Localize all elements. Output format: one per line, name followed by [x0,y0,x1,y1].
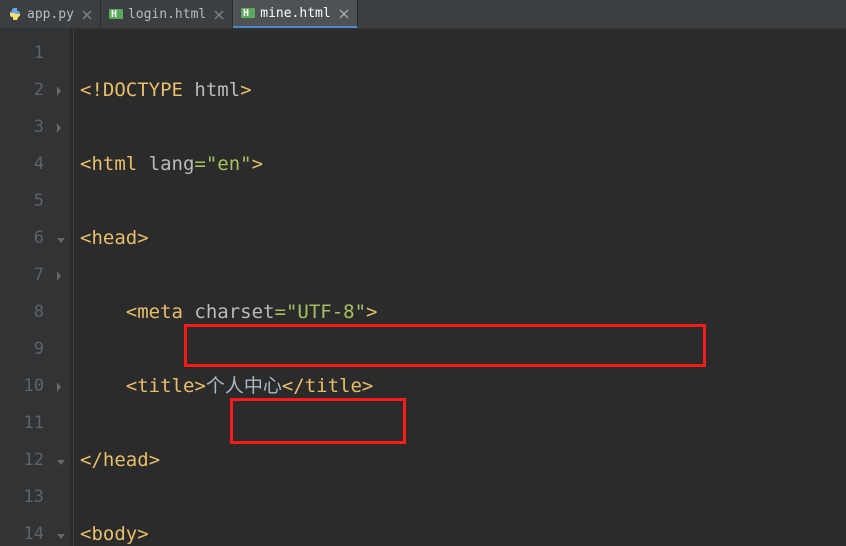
line-number: 4 [0,146,44,183]
tab-bar: app.py H login.html H mine.html [0,0,846,29]
line-number: 10 [0,368,44,405]
fold-end[interactable] [52,442,70,479]
tab-app-py[interactable]: app.py [0,0,101,28]
code-line: <html lang="en"> [80,146,846,183]
tab-label: mine.html [260,6,330,21]
ide-window: app.py H login.html H mine.html 1 2 3 4 … [0,0,846,546]
editor[interactable]: 1 2 3 4 5 6 7 8 9 10 11 12 13 14 [0,29,846,546]
line-number: 13 [0,479,44,516]
line-number: 7 [0,257,44,294]
line-number-gutter: 1 2 3 4 5 6 7 8 9 10 11 12 13 14 [0,29,52,546]
svg-text:H: H [111,9,117,20]
line-number: 8 [0,294,44,331]
close-icon[interactable] [339,8,349,18]
line-number: 12 [0,442,44,479]
fold-end[interactable] [52,220,70,257]
code-area[interactable]: <!DOCTYPE html> <html lang="en"> <head> … [70,29,846,546]
tab-label: app.py [27,7,74,22]
tab-login-html[interactable]: H login.html [101,0,233,28]
line-number: 5 [0,183,44,220]
fold-end[interactable] [52,516,70,546]
fold-toggle[interactable] [52,72,70,109]
code-line: <body> [80,516,846,546]
fold-toggle[interactable] [52,109,70,146]
close-icon[interactable] [82,9,92,19]
python-icon [8,7,22,21]
svg-text:H: H [243,8,249,19]
code-line: <!DOCTYPE html> [80,72,846,109]
line-number: 2 [0,72,44,109]
code-line: <title>个人中心</title> [80,368,846,405]
line-number: 14 [0,516,44,546]
line-number: 9 [0,331,44,368]
line-number: 3 [0,109,44,146]
code-line: <meta charset="UTF-8"> [80,294,846,331]
close-icon[interactable] [214,9,224,19]
fold-toggle[interactable] [52,368,70,405]
tab-mine-html[interactable]: H mine.html [233,0,357,28]
line-number: 6 [0,220,44,257]
html-icon: H [109,7,123,21]
line-number: 1 [0,35,44,72]
fold-toggle[interactable] [52,257,70,294]
fold-column [52,29,70,546]
code-line: <head> [80,220,846,257]
html-icon: H [241,6,255,20]
line-number: 11 [0,405,44,442]
code-line: </head> [80,442,846,479]
tab-label: login.html [128,7,206,22]
